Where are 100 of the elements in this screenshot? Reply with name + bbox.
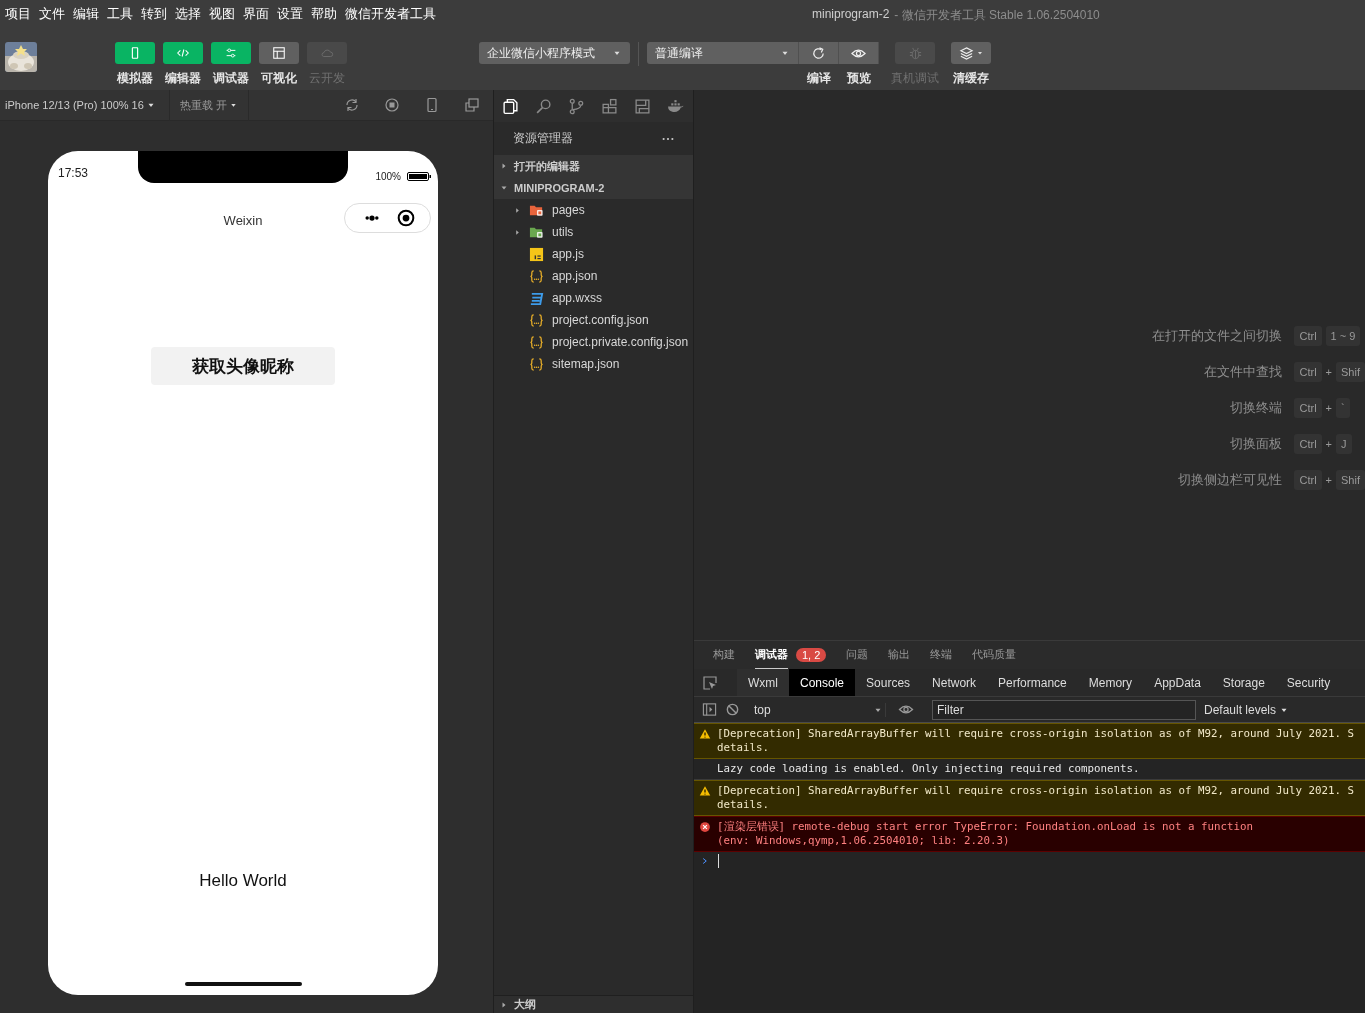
battery-icon	[407, 171, 432, 181]
json-file-icon	[529, 268, 544, 284]
inspect-icon[interactable]	[702, 675, 718, 691]
key-cap: 1 ~ 9	[1325, 326, 1361, 346]
key-cap: Ctrl	[1294, 362, 1322, 382]
shortcut-label: 切换侧边栏可见性	[1177, 471, 1283, 489]
panel-tab[interactable]: 问题	[846, 641, 869, 669]
toolbar-label: 清缓存	[953, 70, 989, 87]
prompt-icon	[700, 856, 710, 866]
menu-item[interactable]: 转到	[141, 5, 167, 23]
extensions-icon[interactable]	[601, 97, 618, 115]
devtools-tab[interactable]: Wxml	[737, 669, 789, 696]
explorer-title: 资源管理器	[513, 130, 573, 147]
windows-icon[interactable]	[464, 97, 480, 113]
file-item[interactable]: project.config.json	[494, 309, 693, 331]
key-cap: Ctrl	[1294, 434, 1322, 454]
js-file-icon	[529, 246, 544, 262]
console-message: Lazy code loading is enabled. Only injecting required components.	[717, 762, 1140, 776]
toolbar-label: 调试器	[213, 70, 249, 87]
sliders-icon	[224, 46, 238, 60]
view-toggle-button[interactable]	[211, 42, 251, 64]
menu-item[interactable]: 编辑	[73, 5, 99, 23]
levels-dropdown[interactable]: Default levels	[1204, 702, 1290, 717]
menu-item[interactable]: 工具	[107, 5, 133, 23]
plus-sign: +	[1325, 474, 1333, 486]
toolbar-button[interactable]	[951, 42, 991, 64]
filter-field[interactable]: Filter	[932, 699, 1196, 720]
files-icon[interactable]	[502, 97, 519, 115]
panel-tab[interactable]: 终端	[930, 641, 953, 669]
toolbar-label: 可视化	[261, 70, 297, 87]
hello-text: Hello World	[199, 871, 287, 891]
shortcut-label: 在打开的文件之间切换	[1152, 327, 1283, 345]
devtools-tab[interactable]: Console	[789, 669, 856, 696]
file-item[interactable]: app.json	[494, 265, 693, 287]
collapsed-arrow-icon	[514, 228, 521, 236]
menu-item[interactable]: 项目	[5, 5, 31, 23]
file-item[interactable]: sitemap.json	[494, 353, 693, 375]
layers-icon	[958, 45, 974, 61]
search-icon[interactable]	[535, 97, 552, 115]
compile-dropdown[interactable]: 普通编译	[647, 42, 799, 64]
toolbar-label: 编辑器	[165, 70, 201, 87]
window-title: miniprogram-2	[812, 7, 890, 23]
toolbar-label: 模拟器	[117, 70, 153, 87]
file-item[interactable]: utils	[494, 221, 693, 243]
collapsed-arrow-icon	[514, 206, 521, 214]
collapsed-arrow-icon	[500, 162, 508, 170]
view-toggle-button[interactable]	[259, 42, 299, 64]
cloud-icon	[320, 46, 334, 60]
whale-icon[interactable]	[667, 97, 684, 115]
menu-item[interactable]: 界面	[243, 5, 269, 23]
clear-icon[interactable]	[725, 702, 740, 717]
panel-tab[interactable]: 输出	[888, 641, 911, 669]
panel-tab[interactable]: 构建	[713, 641, 735, 669]
file-item[interactable]: pages	[494, 199, 693, 221]
code-icon	[176, 46, 190, 60]
console-message: [渲染层错误] remote-debug start error TypeError: Foundation.onLoad is not a function (env: Windows,qymp,1.06.2504010; lib: 2.20.3)	[717, 820, 1254, 848]
menu-item[interactable]: 微信开发者工具	[345, 5, 436, 23]
outline-section[interactable]: 大纲	[494, 995, 693, 1013]
menu-item[interactable]: 选择	[175, 5, 201, 23]
view-toggle-button[interactable]	[115, 42, 155, 64]
plus-sign: +	[1325, 366, 1333, 378]
avatar-nickname-button[interactable]: 获取头像昵称	[151, 347, 335, 385]
record-icon[interactable]	[384, 97, 400, 113]
style-file-icon	[529, 290, 544, 306]
file-item[interactable]: app.wxss	[494, 287, 693, 309]
key-cap: J	[1336, 434, 1352, 454]
menu-item[interactable]: 设置	[277, 5, 303, 23]
key-cap: Ctrl	[1294, 326, 1322, 346]
panel-tab[interactable]: 代码质量	[972, 641, 1017, 669]
save-icon[interactable]	[634, 97, 651, 115]
mode-dropdown[interactable]: 企业微信小程序模式	[479, 42, 630, 64]
key-cap: Shif	[1336, 362, 1365, 382]
context-dropdown[interactable]: top	[754, 702, 886, 717]
layout-icon	[272, 46, 286, 60]
status-time: 17:53	[58, 166, 89, 180]
rotate-icon[interactable]	[344, 97, 360, 113]
toolbar-label: 预览	[847, 70, 871, 87]
file-item[interactable]: app.js	[494, 243, 693, 265]
nav-title: Weixin	[223, 212, 263, 228]
tree-section[interactable]: 打开的编辑器	[494, 155, 693, 177]
shortcut-label: 切换面板	[1229, 435, 1283, 453]
sidebar-icon[interactable]	[702, 702, 717, 717]
phone-icon[interactable]	[424, 97, 440, 113]
battery-level: 100%	[375, 170, 401, 182]
branch-icon[interactable]	[568, 97, 585, 115]
menu-item[interactable]: 文件	[39, 5, 65, 23]
view-toggle-button[interactable]	[163, 42, 203, 64]
tree-section[interactable]: MINIPROGRAM-2	[494, 177, 693, 199]
plus-sign: +	[1325, 402, 1333, 414]
shortcut-label: 切换终端	[1229, 399, 1283, 417]
close-icon	[397, 209, 416, 227]
menu-item[interactable]: 视图	[209, 5, 235, 23]
menu-item[interactable]: 帮助	[311, 5, 337, 23]
device-dropdown[interactable]: iPhone 12/13 (Pro) 100% 16	[0, 89, 161, 121]
file-item[interactable]: project.private.config.json	[494, 331, 693, 353]
warning-icon	[699, 728, 711, 740]
hot-reload-dropdown[interactable]: 热重载 开	[168, 89, 249, 121]
console-message: [Deprecation] SharedArrayBuffer will require cross-origin isolation as of M92, around July 2021. S details.	[717, 784, 1355, 812]
toolbar-button[interactable]	[839, 42, 879, 64]
toolbar-button[interactable]	[799, 42, 839, 64]
